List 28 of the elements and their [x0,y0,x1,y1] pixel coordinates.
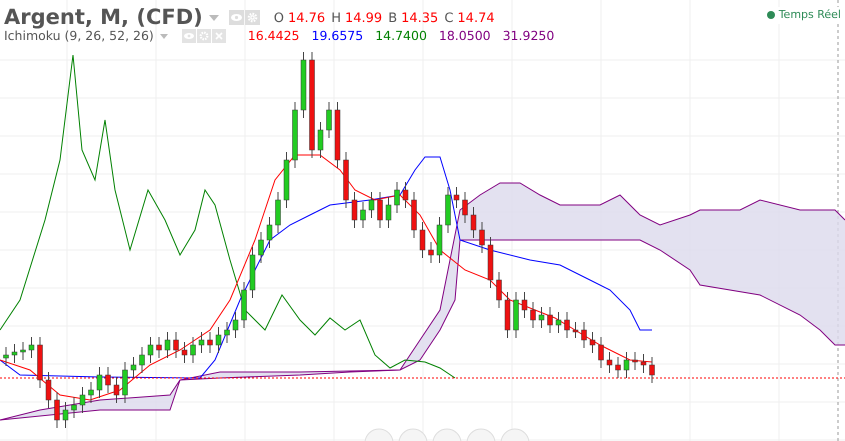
close-icon[interactable] [212,29,226,44]
ohlc-label: O [274,10,284,28]
nav-button[interactable] [500,428,530,441]
indicator-value: 16.4425 [248,27,300,45]
ohlc-value: 14.74 [457,10,495,28]
caret-icon[interactable] [160,34,168,39]
indicator-value: 18.0500 [438,27,491,45]
indicator-value: 31.9250 [502,27,554,45]
nav-button[interactable] [398,428,428,441]
ohlc-value: 14.99 [344,10,382,28]
ohlc-value: 14.76 [288,10,326,28]
caret-icon[interactable] [208,14,219,21]
indicator-value: 19.6575 [312,27,364,45]
indicator-title: Ichimoku (9, 26, 52, 26) [4,28,154,45]
eye-icon[interactable] [182,29,196,44]
ohlc-label: C [444,10,454,28]
status-label: Temps Réel [778,7,841,23]
nav-button[interactable] [432,428,462,441]
ohlc-label: H [331,10,341,28]
indicator-value: 14.7400 [375,27,427,45]
settings-icon[interactable] [244,10,260,26]
nav-button[interactable] [466,428,496,441]
eye-icon[interactable] [228,10,244,26]
settings-icon[interactable] [196,29,211,44]
symbol-title: Argent, M, (CFD) [4,4,203,30]
ohlc-label: B [388,10,398,28]
ohlc-value: 14.35 [401,10,438,28]
nav-button[interactable] [364,428,394,441]
